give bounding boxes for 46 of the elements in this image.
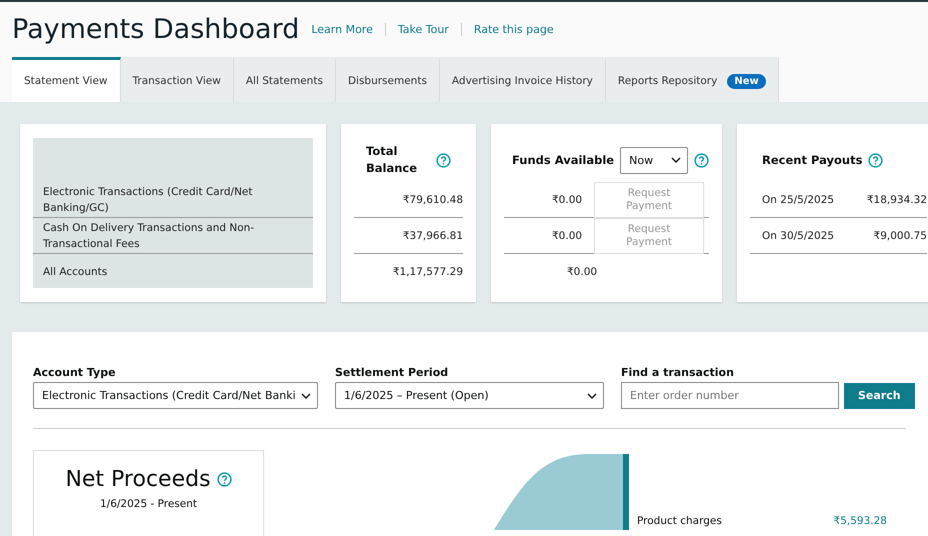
caret-icon	[587, 392, 597, 398]
funds-amount: ₹0.00	[552, 230, 582, 242]
breakdown-amount[interactable]: ₹5,593.28	[834, 514, 887, 528]
tab[interactable]: Transaction View	[120, 57, 234, 102]
field-label: Find a transaction	[621, 366, 735, 379]
column-header: Total Balance	[366, 143, 418, 177]
help-icon[interactable]	[436, 152, 451, 168]
column-header: Funds Available	[512, 152, 614, 168]
account-type-dropdown[interactable]: Electronic Transactions (Credit Card/Net Banki	[33, 382, 318, 409]
header-link[interactable]: Rate this page	[460, 23, 566, 36]
account-name: All Accounts	[42, 265, 108, 280]
balance-amount: ₹37,966.81	[402, 230, 463, 242]
breakdown-label: Product charges	[637, 514, 722, 528]
help-icon[interactable]	[694, 152, 709, 168]
help-icon[interactable]	[868, 152, 884, 168]
funds-amount: ₹0.00	[552, 194, 582, 206]
search-button[interactable]: Search	[844, 382, 915, 408]
field-label: Account Type	[33, 366, 117, 379]
account-name: Electronic Transactions (Credit Card/Net Banking/GC)	[42, 184, 254, 216]
funds-amount: ₹0.00	[567, 266, 598, 278]
order-search-field[interactable]: Enter order number	[621, 382, 839, 409]
payout-amount: ₹18,934.32	[866, 194, 927, 206]
payout-date: On 30/5/2025	[762, 228, 836, 244]
payout-amount: ₹9,000.75	[874, 230, 927, 242]
card-title: Net Proceeds	[65, 467, 211, 492]
help-icon[interactable]	[216, 472, 232, 487]
period-dropdown[interactable]: Now	[620, 146, 688, 174]
tab[interactable]: Advertising Invoice History	[440, 57, 606, 102]
new-badge: New	[727, 74, 766, 88]
tab[interactable]: All Statements	[234, 57, 336, 102]
column-header: Recent Payouts	[762, 152, 862, 168]
field-label: Settlement Period	[335, 366, 450, 379]
tab[interactable]: Disbursements	[336, 57, 440, 102]
payout-date: On 25/5/2025	[762, 192, 836, 208]
balance-amount: ₹1,17,577.29	[392, 266, 463, 278]
caret-icon	[671, 157, 681, 163]
page-title: Payments Dashboard	[12, 14, 300, 45]
account-name: Cash On Delivery Transactions and Non-Transactional Fees	[42, 220, 256, 252]
tab[interactable]: Reports Repository New	[606, 57, 779, 102]
tab[interactable]: Statement View	[12, 57, 121, 102]
header-link[interactable]: Take Tour	[384, 23, 461, 36]
caret-icon	[301, 392, 311, 398]
balance-amount: ₹79,610.48	[402, 194, 463, 206]
settlement-period-dropdown[interactable]: 1/6/2025 – Present (Open)	[335, 382, 604, 409]
header-link[interactable]: Learn More	[311, 23, 385, 36]
period-text: 1/6/2025 - Present	[100, 498, 198, 510]
